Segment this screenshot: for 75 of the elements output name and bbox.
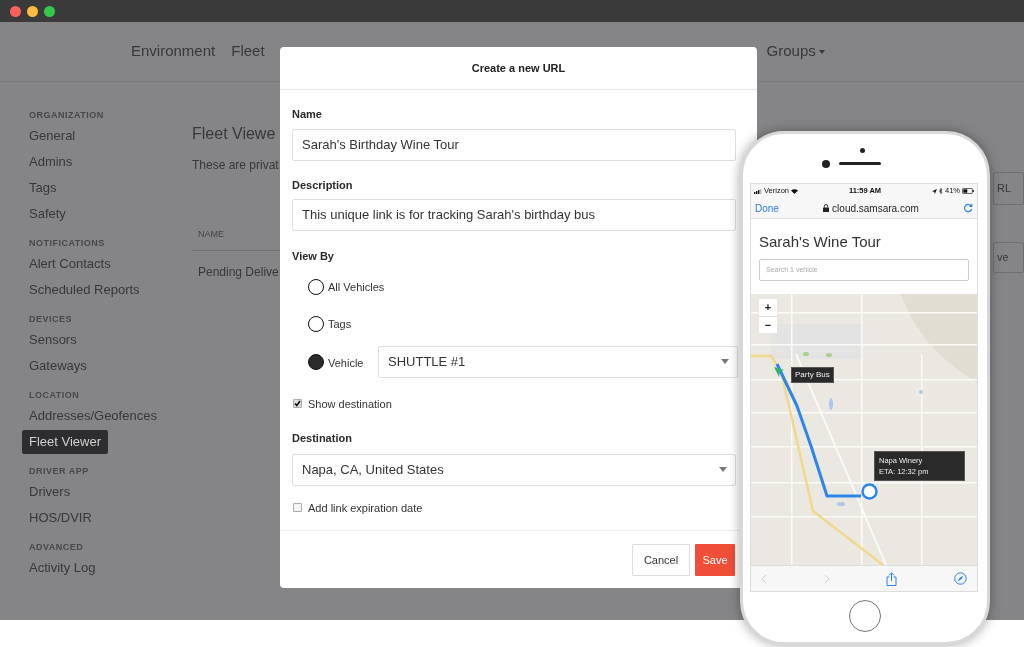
caret-icon [719,467,727,472]
sidebar-item[interactable]: Fleet Viewer [22,430,108,454]
zoom-in-button[interactable]: + [759,299,777,316]
column-header: NAME [198,229,224,239]
nav-link[interactable]: Environment [131,40,216,63]
speaker-icon [839,162,881,165]
minimize-icon[interactable] [27,5,38,17]
select-field[interactable]: Napa, CA, United States [292,453,736,486]
page-title: Fleet Viewe [192,124,276,144]
vehicle-arrow-icon [774,367,784,377]
url-text: cloud.samsara.com [832,201,919,216]
sidebar-item[interactable]: Sensors [22,328,84,352]
location-icon [931,188,937,194]
sidebar-item[interactable]: Addresses/Geofences [22,404,164,428]
wifi-icon [791,188,799,194]
radio-button[interactable] [308,353,324,370]
radio-label: Tags [328,317,352,332]
action-button[interactable]: ve [993,242,1024,273]
page-description: These are privat [192,157,279,174]
sensor-icon [860,148,865,153]
sidebar-item[interactable]: Alert Contacts [22,252,118,276]
checkbox-label: Add link expiration date [308,500,423,516]
sidebar-item[interactable]: Admins [22,150,80,174]
action-button[interactable]: RL [993,172,1024,205]
done-link[interactable]: Done [755,200,779,216]
radio-button[interactable] [308,278,324,295]
close-icon[interactable] [10,5,21,17]
section-heading: ADVANCED [28,541,84,554]
destination-marker [861,483,878,500]
field-label: View By [292,249,335,264]
sidebar-item[interactable]: Scheduled Reports [22,278,147,302]
section-heading: DEVICES [28,313,72,326]
radio-button[interactable] [308,316,324,333]
radio-label: All Vehicles [328,279,385,295]
cancel-button[interactable]: Cancel [632,544,690,576]
share-icon[interactable] [886,571,898,586]
modal-title: Create a new URL [471,60,566,76]
table-cell: Pending Delive [198,265,279,279]
sidebar-item[interactable]: General [22,124,83,148]
sidebar-item[interactable]: Activity Log [22,556,103,580]
compass-icon[interactable] [953,572,967,585]
input-field[interactable]: This unique link is for tracking Sarah's birthday bus [292,199,736,231]
page-title: Sarah's Wine Tour [758,232,882,252]
field-label: Description [292,177,354,193]
sidebar-item[interactable]: HOS/DVIR [22,506,99,530]
camera-icon [822,160,830,168]
battery-icon [962,188,974,194]
sidebar-item[interactable]: Gateways [22,354,94,378]
reload-icon[interactable] [963,203,973,213]
maximize-icon[interactable] [44,5,55,17]
caret-icon [721,359,729,364]
section-heading: ORGANIZATION [28,109,104,122]
vehicle-label: Party Bus [791,367,834,383]
section-heading: DRIVER APP [28,465,89,478]
signal-icon [754,188,762,194]
lock-icon [823,204,830,212]
checkbox-label: Show destination [308,396,392,412]
section-heading: NOTIFICATIONS [28,237,105,250]
sidebar-item[interactable]: Tags [22,176,64,200]
section-heading: LOCATION [28,389,80,402]
save-button[interactable]: Save [695,544,735,576]
input-field[interactable]: Sarah's Birthday Wine Tour [292,128,736,161]
nav-link[interactable]: Fleet [231,40,265,63]
zoom-out-button[interactable]: − [759,316,777,333]
nav-link[interactable]: Groups [766,40,825,63]
select-field[interactable]: SHUTTLE #1 [378,345,738,378]
sidebar-item[interactable]: Safety [22,202,73,226]
caret-icon [818,49,825,54]
checkbox[interactable] [293,399,302,409]
checkbox[interactable] [293,503,302,513]
field-label: Name [292,107,323,122]
radio-label: Vehicle [328,356,365,372]
bluetooth-icon [938,188,943,194]
sidebar-item[interactable]: Drivers [22,480,78,504]
field-label: Destination [292,431,353,446]
